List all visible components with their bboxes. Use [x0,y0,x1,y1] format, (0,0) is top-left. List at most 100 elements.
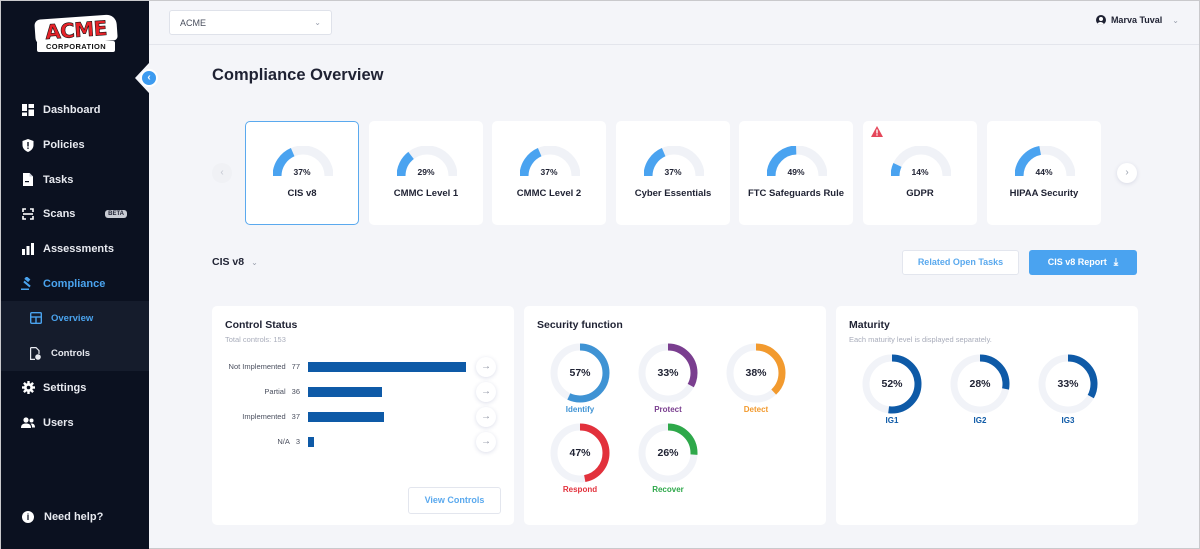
warning-icon [871,126,883,137]
framework-card[interactable]: 37% Cyber Essentials [616,121,730,225]
framework-card[interactable]: 44% HIPAA Security [987,121,1101,225]
beta-badge: BETA [105,210,127,219]
related-open-tasks-button[interactable]: Related Open Tasks [902,250,1019,275]
security-function-title: Security function [537,319,623,331]
sidebar-item-label: Users [43,416,74,429]
sidebar-item-settings[interactable]: Settings [1,371,149,406]
control-status-panel: Control Status Total controls: 153 Not I… [212,306,514,525]
control-status-bar [308,362,466,372]
sidebar-collapse-button[interactable]: ‹ [140,69,158,87]
sidebar-item-label: Assessments [43,243,114,256]
control-status-count: 77 [291,362,300,371]
download-icon: ⤓ [1113,257,1119,268]
sidebar-item-assessments[interactable]: Assessments [1,232,149,267]
maturity-ig2[interactable]: 28% IG2 [949,353,1011,425]
control-status-count: 37 [291,412,300,421]
donut-label: IG2 [973,416,987,425]
control-status-row: Implemented 37 → [212,407,512,427]
sidebar-item-dashboard[interactable]: Dashboard [1,93,149,128]
view-controls-button[interactable]: View Controls [408,487,501,514]
security-function-recover[interactable]: 26% Recover [637,422,699,494]
donut-label: Identify [565,405,595,414]
chevron-left-icon: ‹ [147,72,151,83]
sidebar-nav: Dashboard Policies Tasks Scans BETA Asse… [1,93,149,440]
carousel-prev-button[interactable]: ‹ [212,163,232,183]
donut-label: IG3 [1061,416,1075,425]
donut-label: Detect [743,405,769,414]
sidebar-subitem-label: Overview [51,312,94,324]
framework-card[interactable]: 29% CMMC Level 1 [369,121,483,225]
maturity-ig1[interactable]: 52% IG1 [861,353,923,425]
page-title: Compliance Overview [212,66,384,84]
logo-subtext: CORPORATION [37,41,115,52]
layout-icon [29,312,42,325]
sidebar-subitem-controls[interactable]: Controls [1,336,149,371]
sidebar-item-policies[interactable]: Policies [1,128,149,163]
scan-icon [21,207,35,221]
security-function-panel: Security function 57% Identify 33% Prote… [524,306,826,525]
security-function-detect[interactable]: 38% Detect [725,342,787,414]
report-button-label: CIS v8 Report [1047,257,1107,267]
framework-percent: 49% [787,167,805,177]
framework-percent: 29% [417,167,435,177]
gavel-icon [21,277,35,291]
user-avatar-icon [1095,15,1106,25]
framework-percent: 37% [664,167,682,177]
user-menu[interactable]: Marva Tuval ⌄ [1095,15,1179,25]
framework-card[interactable]: 14% GDPR [863,121,977,225]
carousel-next-button[interactable]: › [1117,163,1137,183]
control-status-bar [308,412,384,422]
arrow-right-icon[interactable]: → [476,432,496,452]
shield-icon [21,138,35,152]
control-status-bar [308,387,382,397]
sidebar-item-tasks[interactable]: Tasks [1,162,149,197]
need-help-link[interactable]: i Need help? [22,511,103,523]
chevron-right-icon: › [1125,167,1129,178]
sidebar-item-label: Compliance [43,277,106,290]
framework-select[interactable]: CIS v8 ⌄ [212,256,258,268]
sidebar-subitem-label: Controls [51,347,91,359]
donut-value: 38% [745,367,767,379]
maturity-ig3[interactable]: 33% IG3 [1037,353,1099,425]
control-status-bar [308,437,314,447]
donut-value: 26% [657,447,679,459]
download-report-button[interactable]: CIS v8 Report ⤓ [1029,250,1137,275]
sidebar-item-scans[interactable]: Scans BETA [1,197,149,232]
sidebar-item-users[interactable]: Users [1,405,149,440]
framework-card[interactable]: 37% CIS v8 [245,121,359,225]
security-function-respond[interactable]: 47% Respond [549,422,611,494]
chevron-left-icon: ‹ [220,167,224,178]
control-status-count: 36 [291,387,300,396]
organization-select[interactable]: ACME ⌄ [169,10,332,35]
donut-label: IG1 [885,416,899,425]
control-status-row: Partial 36 → [212,382,512,402]
framework-name: GDPR [906,188,934,199]
sidebar-item-compliance[interactable]: Compliance [1,266,149,301]
user-name: Marva Tuval [1110,15,1163,25]
acme-logo[interactable]: ACME CORPORATION [34,14,118,55]
info-icon: i [22,511,34,523]
maturity-title: Maturity [849,319,890,331]
control-status-count: 3 [295,437,300,446]
control-status-subtitle: Total controls: 153 [225,335,286,344]
control-status-title: Control Status [225,319,298,331]
arrow-right-icon[interactable]: → [476,357,496,377]
chevron-down-icon: ⌄ [251,258,258,267]
framework-name: FTC Safeguards Rule [747,188,845,199]
donut-value: 33% [657,367,679,379]
security-function-identify[interactable]: 57% Identify [549,342,611,414]
sidebar-subitem-overview[interactable]: Overview [1,301,149,336]
maturity-subtitle: Each maturity level is displayed separat… [849,335,992,344]
security-function-protect[interactable]: 33% Protect [637,342,699,414]
sidebar-item-label: Settings [43,381,87,394]
users-icon [21,416,35,430]
organization-select-value: ACME [180,17,207,28]
arrow-right-icon[interactable]: → [476,382,496,402]
framework-card[interactable]: 37% CMMC Level 2 [492,121,606,225]
sidebar-item-label: Dashboard [43,104,101,117]
control-status-row: N/A 3 → [212,432,512,452]
sidebar: ACME CORPORATION Dashboard Policies Task… [1,1,149,549]
framework-card[interactable]: 49% FTC Safeguards Rule [739,121,853,225]
document-icon [21,173,35,187]
arrow-right-icon[interactable]: → [476,407,496,427]
